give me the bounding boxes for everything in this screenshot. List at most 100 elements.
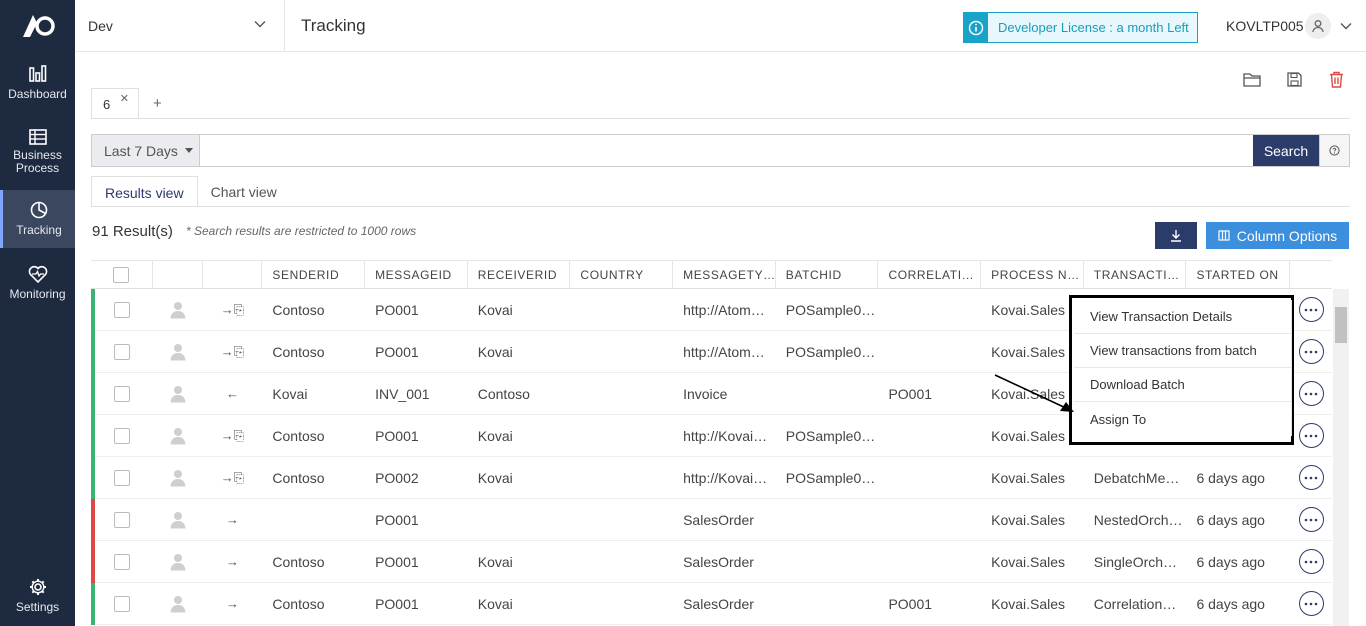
column-header[interactable]: TRANSACTI… [1084,261,1187,288]
cell-correlation: PO001 [888,595,933,612]
row-checkbox[interactable] [113,301,130,318]
sidebar-item-monitoring[interactable]: Monitoring [0,256,75,310]
column-header[interactable]: SENDERID [262,261,366,288]
download-button[interactable] [1155,222,1197,249]
row-checkbox[interactable] [113,427,130,444]
date-range-dropdown[interactable]: Last 7 Days [92,135,200,166]
more-actions-button[interactable] [1298,549,1324,574]
cell-senderid: Contoso [272,595,325,612]
more-actions-button[interactable] [1298,297,1324,322]
license-badge[interactable]: Developer License : a month Left [963,12,1198,43]
cell-select [91,415,153,456]
row-checkbox[interactable] [113,469,130,486]
row-checkbox[interactable] [113,595,130,612]
cell-messagetype: SalesOrder [683,553,754,570]
user-avatar-icon [170,343,186,360]
sidebar-item-tracking[interactable]: Tracking [0,190,75,248]
cell-batchid: POSample0… [785,301,876,318]
column-header[interactable]: MESSAGEID [365,261,468,288]
cell-actions [1290,331,1332,372]
chevron-down-icon[interactable] [1340,20,1352,32]
delete-icon[interactable] [1326,69,1346,89]
menu-item-assign-to[interactable]: Assign To [1074,402,1291,436]
divider [91,118,1350,119]
column-header[interactable]: MESSAGETY… [673,261,776,288]
sidebar-item-settings[interactable]: Settings [0,570,75,622]
context-menu: View Transaction Details View transactio… [1069,295,1294,445]
cell-actions [1290,457,1332,498]
cell-messageid: PO001 [375,301,419,318]
menu-item-view-transactions-from-batch[interactable]: View transactions from batch [1074,334,1291,368]
more-actions-button[interactable] [1298,507,1324,532]
row-checkbox[interactable] [113,385,130,402]
sidebar-item-dashboard[interactable]: Dashboard [0,56,75,110]
more-actions-button[interactable] [1298,423,1324,448]
cell-country [570,415,673,456]
ellipsis-icon [1304,476,1318,479]
cell-messagetype: Invoice [683,385,728,402]
cell-process-name: Kovai.Sales [991,469,1066,486]
cell-receiverid: Kovai [477,553,513,570]
cell-direction: →⎘ [203,331,263,372]
search-input[interactable] [200,135,1253,166]
table-row[interactable]: → Contoso PO001 Kovai SalesOrder PO001 Kovai.S… [91,583,1332,625]
cell-avatar [153,541,203,582]
cell-correlation [878,415,981,456]
vertical-scrollbar[interactable] [1333,289,1349,626]
search-button[interactable]: Search [1253,135,1319,166]
column-header[interactable]: CORRELATI… [878,261,982,288]
sidebar: Dashboard Business Process Tracking Moni… [0,0,75,626]
close-icon[interactable]: ✕ [120,92,129,105]
cell-batchid: POSample0… [785,343,876,360]
column-header[interactable]: COUNTRY [570,261,674,288]
app-logo[interactable] [0,0,75,52]
cell-batchid [776,499,879,540]
menu-item-download-batch[interactable]: Download Batch [1074,368,1291,402]
cell-messagetype: http://Atom… [683,301,765,318]
row-checkbox[interactable] [113,343,130,360]
cell-senderid: Contoso [272,343,325,360]
more-actions-button[interactable] [1298,465,1324,490]
cell-transaction: NestedOrch… [1093,511,1183,528]
menu-item-view-transaction-details[interactable]: View Transaction Details [1074,300,1291,334]
context-menu-list: View Transaction Details View transactio… [1074,300,1292,436]
row-checkbox[interactable] [113,511,130,528]
table-row[interactable]: → Contoso PO001 Kovai SalesOrder Kovai.Sales S… [91,541,1332,583]
query-tab[interactable]: 6 ✕ [91,88,139,118]
column-header[interactable]: BATCHID [776,261,879,288]
open-folder-icon[interactable] [1242,69,1262,89]
cell-correlation [878,499,981,540]
column-options-button[interactable]: Column Options [1206,222,1349,249]
cell-direction: →⎘ [203,289,263,330]
add-tab-button[interactable]: + [153,95,162,112]
table-row[interactable]: → PO001 SalesOrder Kovai.Sales NestedOrch… 6 … [91,499,1332,541]
row-checkbox[interactable] [113,553,130,570]
cell-actions [1290,499,1332,540]
help-icon[interactable] [1319,135,1349,166]
avatar[interactable] [1305,13,1331,39]
cell-actions [1290,583,1332,624]
status-stripe-success [91,289,95,331]
more-actions-button[interactable] [1298,339,1324,364]
save-icon[interactable] [1284,69,1304,89]
cell-receiverid: Kovai [477,427,513,444]
column-header[interactable]: PROCESS N… [981,261,1084,288]
scrollbar-thumb[interactable] [1335,307,1347,343]
cell-direction: → [203,583,263,624]
user-name[interactable]: KOVLTP005 [1226,18,1304,34]
logo-icon [22,15,55,37]
tab-chart-view[interactable]: Chart view [198,176,290,207]
cell-transaction: Correlation… [1093,595,1177,612]
environment-selector[interactable]: Dev [75,0,285,52]
column-header[interactable]: RECEIVERID [468,261,571,288]
tab-results-view[interactable]: Results view [91,176,198,207]
table-row[interactable]: →⎘ Contoso PO002 Kovai http://Kovai… POSample… [91,457,1332,499]
select-all-checkbox[interactable] [113,266,130,283]
gear-icon [29,579,46,595]
direction-icon: → [226,512,239,527]
sidebar-item-business-process[interactable]: Business Process [0,120,75,184]
more-actions-button[interactable] [1298,591,1324,616]
column-header[interactable]: STARTED ON [1186,261,1291,288]
info-icon [964,13,988,42]
more-actions-button[interactable] [1298,381,1324,406]
